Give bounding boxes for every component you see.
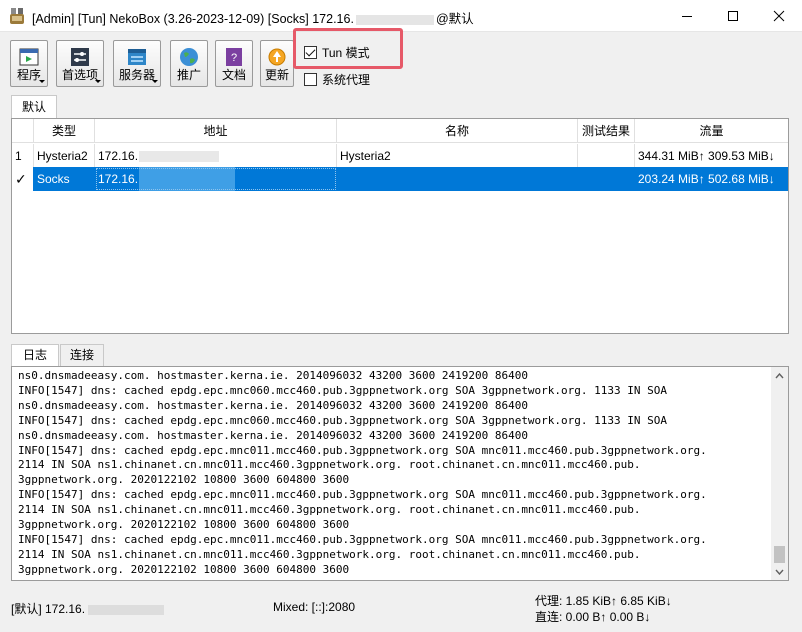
server-icon [128,49,146,65]
program-button[interactable]: 程序 [10,40,48,87]
log-line: 2114 IN SOA ns1.chinanet.cn.mnc011.mcc46… [18,503,641,517]
header-traffic[interactable]: 流量 [635,119,788,143]
table-header: 类型 地址 名称 测试结果 流量 [12,119,788,143]
log-line: INFO[1547] dns: cached epdg.epc.mnc060.m… [18,413,668,427]
row-check-icon: ✓ [12,167,34,191]
header-name[interactable]: 名称 [337,119,578,143]
table-row-selected[interactable]: ✓ Socks 172.16. 203.24 MiB↑ 502.68 MiB↓ [12,167,788,191]
redacted-address [355,14,434,25]
program-icon [19,48,39,66]
promote-button[interactable]: 推广 [170,40,208,87]
row-traffic: 203.24 MiB↑ 502.68 MiB↓ [635,167,788,191]
row-type: Hysteria2 [34,144,95,168]
log-line: ns0.dnsmadeeasy.com. hostmaster.kerna.ie… [18,398,528,412]
server-table: 类型 地址 名称 测试结果 流量 1 Hysteria2 172.16. Hys… [11,118,789,334]
log-line: 3gppnetwork.org. 2020122102 10800 3600 6… [18,473,350,487]
preferences-icon [71,48,89,66]
table-row[interactable]: 1 Hysteria2 172.16. Hysteria2 344.31 MiB… [12,144,788,168]
tab-connections[interactable]: 连接 [60,344,104,366]
docs-button[interactable]: ? 文档 [215,40,253,87]
dropdown-arrow-icon [152,80,158,83]
status-mixed: Mixed: [::]:2080 [273,600,356,614]
row-address: 172.16. [95,144,337,168]
row-type: Socks [34,167,95,191]
update-button[interactable]: 更新 [260,40,294,87]
log-line: INFO[1547] dns: cached epdg.epc.mnc011.m… [18,443,707,457]
redacted-address [139,167,236,191]
log-text[interactable]: ns0.dnsmadeeasy.com. hostmaster.kerna.ie… [18,369,770,579]
annotation-highlight-box [293,28,403,69]
log-line: ns0.dnsmadeeasy.com. hostmaster.kerna.ie… [18,369,528,382]
log-line: INFO[1547] dns: cached epdg.epc.mnc011.m… [18,488,707,502]
update-icon [268,48,286,66]
window-title: [Admin] [Tun] NekoBox (3.26-2023-12-09) … [32,8,474,27]
row-test-result [578,144,635,168]
redacted-address [88,604,165,615]
status-direct-speed: 直连: 0.00 B↑ 0.00 B↓ [535,610,651,624]
log-line: 3gppnetwork.org. 2020122102 10800 3600 6… [18,562,350,576]
globe-icon [180,48,198,66]
minimize-button[interactable] [664,0,710,32]
address-text: 172.16. [98,172,139,186]
log-scrollbar[interactable] [771,367,788,580]
header-type[interactable]: 类型 [34,119,95,143]
system-proxy-checkbox[interactable]: 系统代理 [304,71,370,88]
docs-label: 文档 [221,68,246,82]
close-button[interactable] [756,0,802,32]
status-proxy-speed: 代理: 1.85 KiB↑ 6.85 KiB↓ [535,594,672,608]
row-index: 1 [12,144,34,168]
log-line: INFO[1547] dns: cached epdg.epc.mnc011.m… [18,532,707,546]
maximize-icon [728,11,738,21]
row-name [337,167,578,191]
scroll-thumb[interactable] [774,546,785,563]
status-group-ip: [默认] 172.16. [11,600,165,617]
header-test-result[interactable]: 测试结果 [578,119,635,143]
row-address: 172.16. [95,167,337,191]
status-group-text: [默认] 172.16. [11,602,86,616]
log-line: 2114 IN SOA ns1.chinanet.cn.mnc011.mcc46… [18,547,641,561]
app-icon [10,8,24,24]
minimize-icon [682,16,692,17]
address-text: 172.16. [98,149,139,163]
promote-label: 推广 [176,68,201,82]
log-line: 3gppnetwork.org. 2020122102 10800 3600 6… [18,518,350,532]
update-label: 更新 [264,68,289,82]
server-button[interactable]: 服务器 [113,40,161,87]
dropdown-arrow-icon [39,80,45,83]
row-traffic: 344.31 MiB↑ 309.53 MiB↓ [638,149,775,163]
preferences-button[interactable]: 首选项 [56,40,104,87]
tab-default-group[interactable]: 默认 [11,95,57,118]
close-icon [773,10,785,22]
redacted-address [139,151,220,163]
docs-icon: ? [226,48,242,66]
header-index [12,119,34,143]
log-panel[interactable]: ns0.dnsmadeeasy.com. hostmaster.kerna.ie… [11,366,789,581]
scroll-down-icon[interactable] [771,563,788,580]
svg-text:?: ? [231,52,237,64]
header-address[interactable]: 地址 [95,119,337,143]
title-prefix: [Admin] [Tun] NekoBox (3.26-2023-12-09) … [32,12,354,26]
row-test-result [578,167,635,191]
system-proxy-label: 系统代理 [322,73,371,87]
checkbox-unchecked-icon [304,73,317,86]
status-bar: [默认] 172.16. Mixed: [::]:2080 代理: 1.85 K… [0,592,802,632]
dropdown-arrow-icon [95,80,101,83]
maximize-button[interactable] [710,0,756,32]
log-line: INFO[1547] dns: cached epdg.epc.mnc060.m… [18,383,668,397]
log-line: 2114 IN SOA ns1.chinanet.cn.mnc011.mcc46… [18,458,641,472]
title-suffix: @默认 [435,12,474,26]
scroll-up-icon[interactable] [771,367,788,384]
tab-log[interactable]: 日志 [11,344,59,367]
row-name: Hysteria2 [337,144,578,168]
log-line: ns0.dnsmadeeasy.com. hostmaster.kerna.ie… [18,428,528,442]
